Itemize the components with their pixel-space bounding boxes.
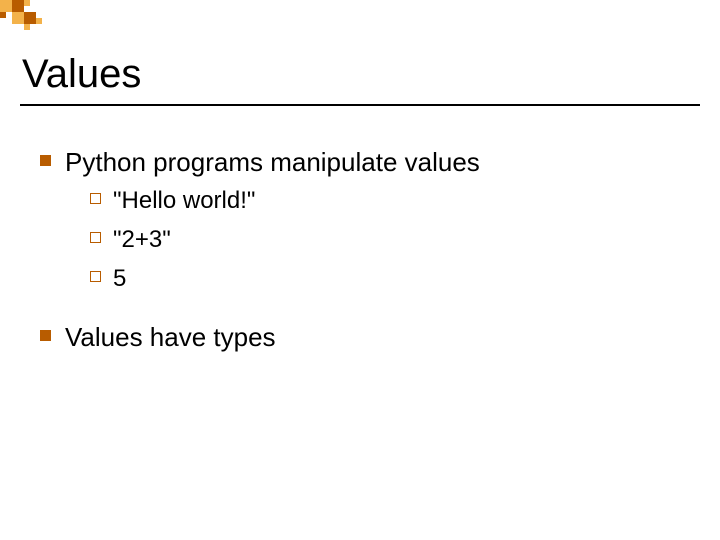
logo-square bbox=[12, 0, 24, 12]
slide-title: Values bbox=[22, 52, 141, 97]
hollow-square-bullet-icon bbox=[90, 232, 101, 243]
corner-logo bbox=[0, 0, 60, 35]
sub-bullet-text: "Hello world!" bbox=[113, 184, 255, 219]
sub-bullet-text: 5 bbox=[113, 262, 126, 297]
logo-square bbox=[0, 0, 12, 12]
bullet-level2: 5 bbox=[90, 262, 680, 297]
hollow-square-bullet-icon bbox=[90, 271, 101, 282]
square-bullet-icon bbox=[40, 155, 51, 166]
logo-square bbox=[24, 12, 36, 24]
bullet-level1: Python programs manipulate values "Hello … bbox=[40, 145, 680, 296]
logo-square bbox=[36, 18, 42, 24]
logo-square bbox=[0, 12, 6, 18]
bullet-level2: "Hello world!" bbox=[90, 184, 680, 219]
logo-square bbox=[24, 0, 30, 6]
bullet-level1: Values have types bbox=[40, 320, 680, 355]
title-underline bbox=[20, 104, 700, 106]
sub-bullet-text: "2+3" bbox=[113, 223, 171, 258]
slide-body: Python programs manipulate values "Hello … bbox=[40, 145, 680, 362]
logo-square bbox=[12, 12, 24, 24]
bullet-text: Values have types bbox=[65, 320, 680, 355]
hollow-square-bullet-icon bbox=[90, 193, 101, 204]
square-bullet-icon bbox=[40, 330, 51, 341]
bullet-text: Python programs manipulate values bbox=[65, 145, 680, 180]
bullet-level2: "2+3" bbox=[90, 223, 680, 258]
logo-square bbox=[24, 24, 30, 30]
